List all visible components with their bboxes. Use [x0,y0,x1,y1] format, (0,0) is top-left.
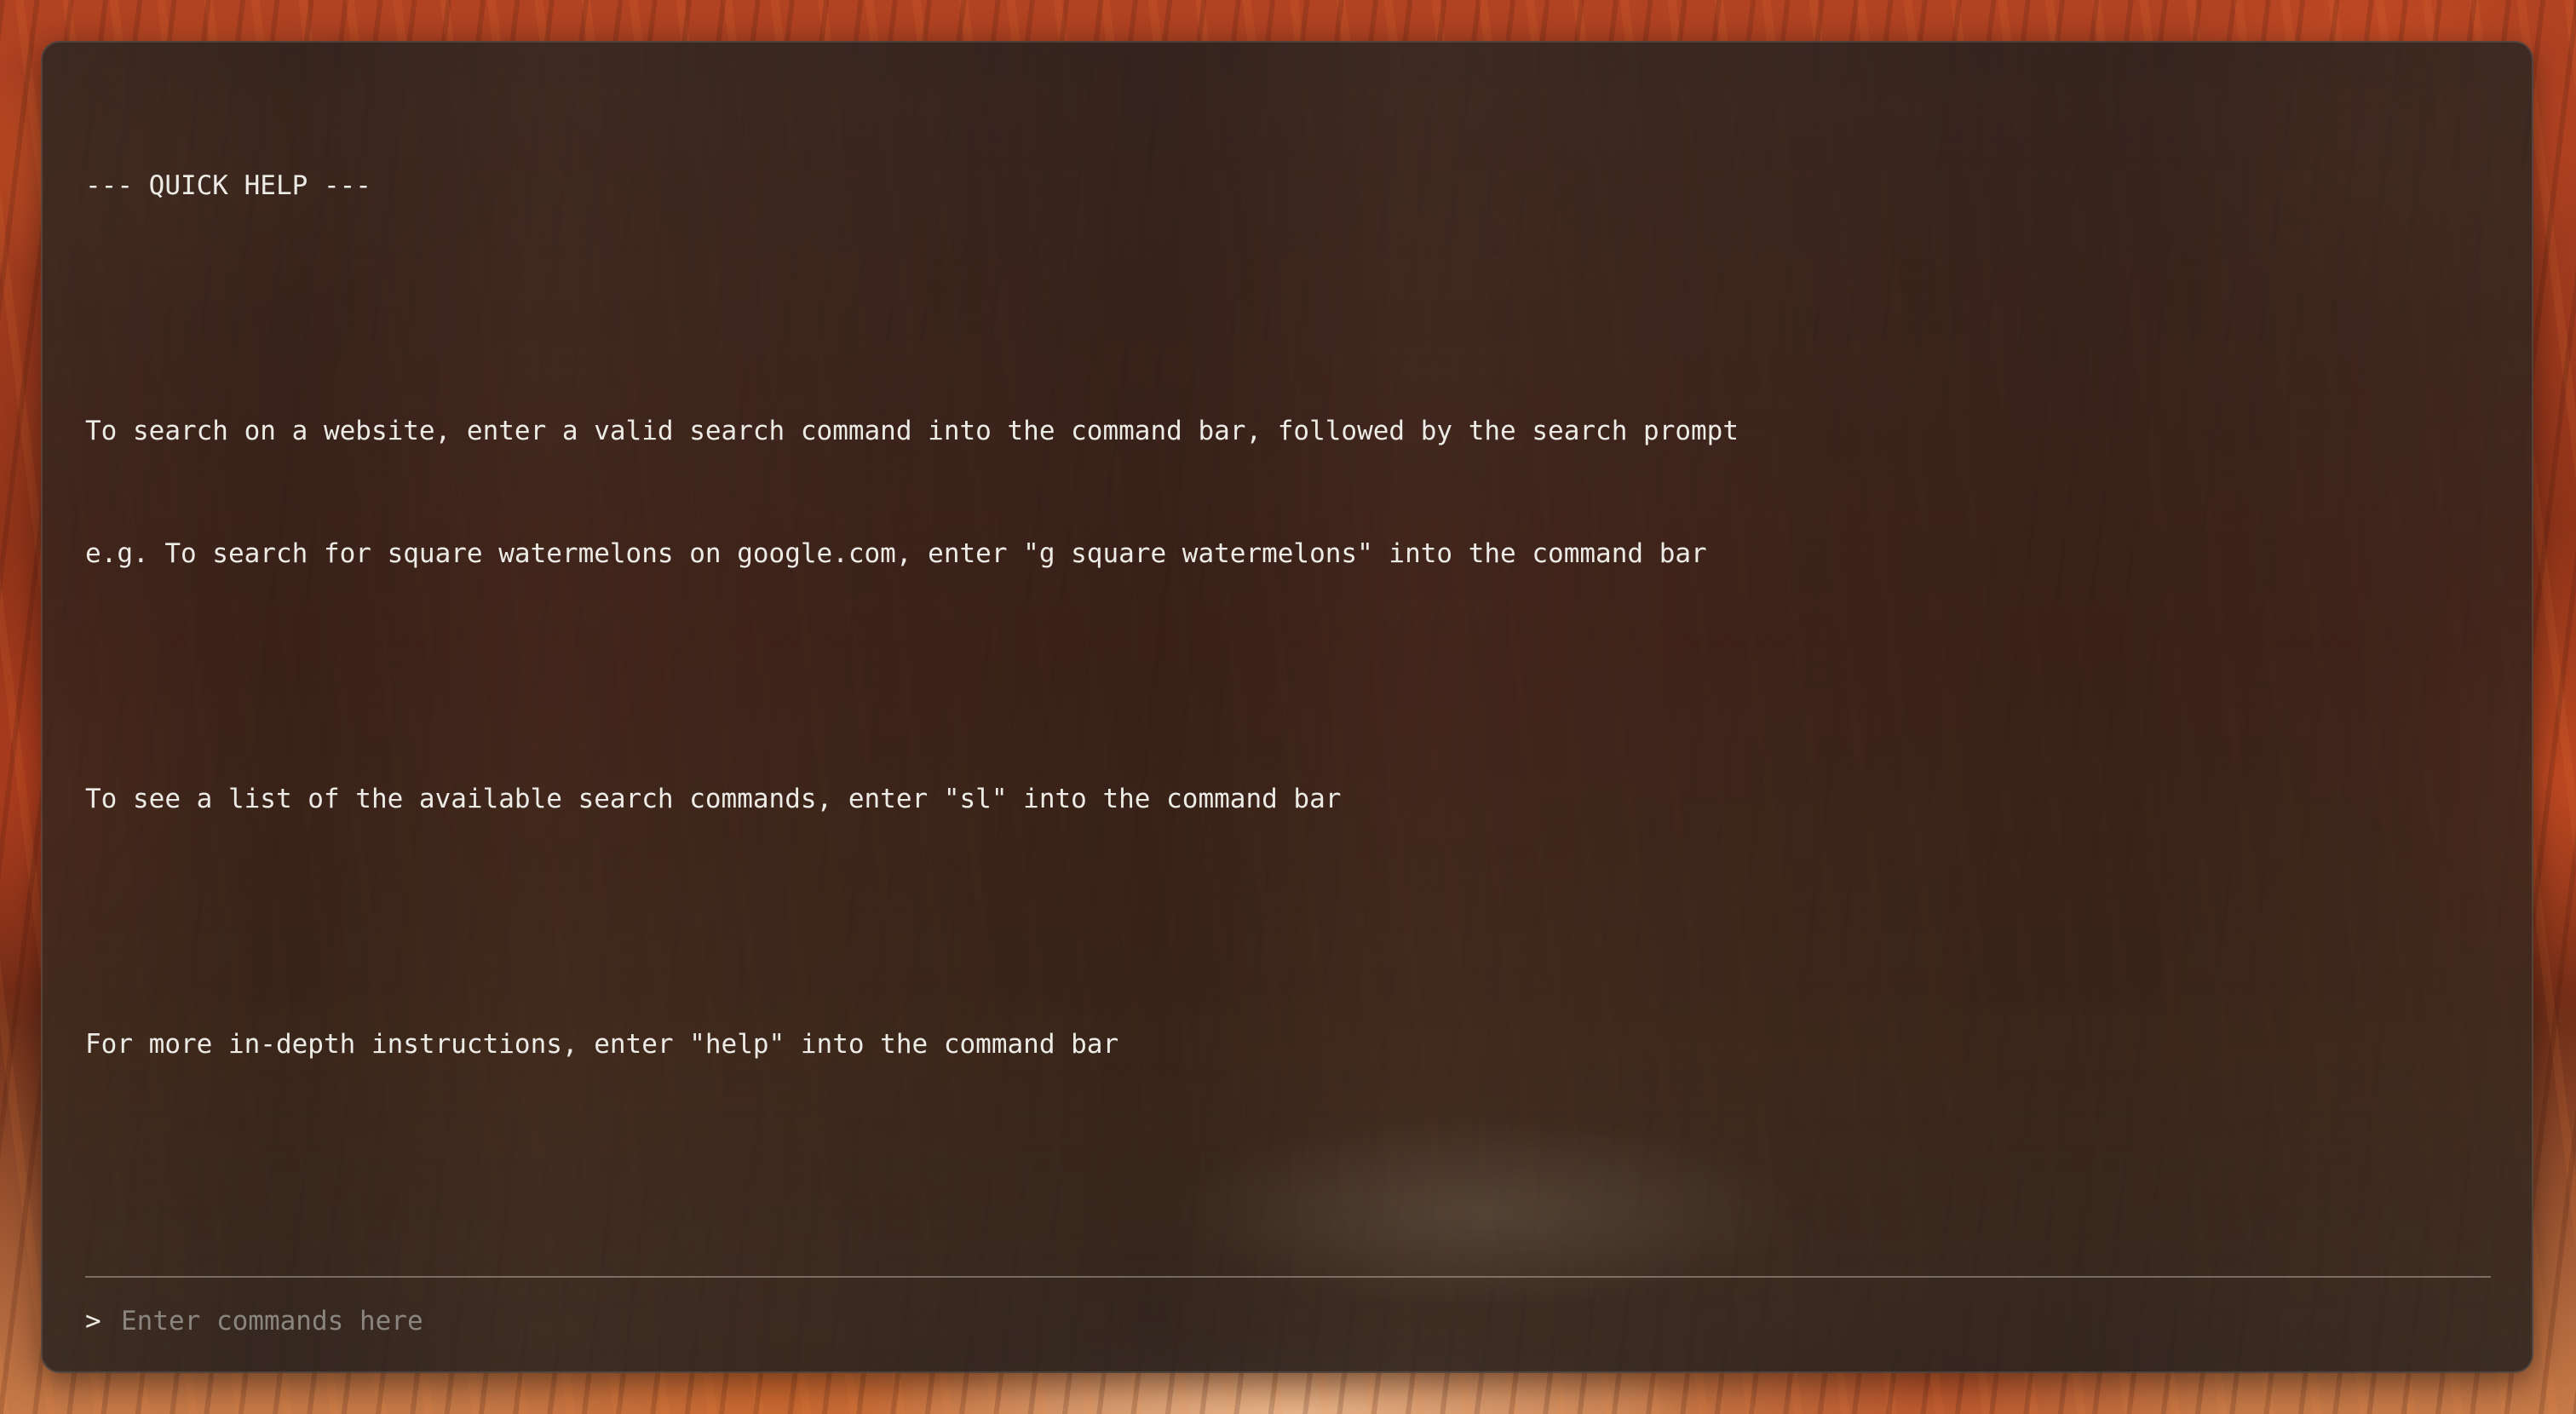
command-bar-divider [85,1276,2491,1278]
help-line-more-help: For more in-depth instructions, enter "h… [85,1029,1119,1060]
help-line-search: To search on a website, enter a valid se… [85,416,1739,446]
command-bar: > [85,1300,2491,1342]
help-line-search-list: To see a list of the available search co… [85,784,1342,814]
command-input[interactable] [121,1301,2491,1342]
prompt-symbol: > [85,1306,101,1336]
quick-help-heading: --- QUICK HELP --- [85,170,371,201]
help-line-example: e.g. To search for square watermelons on… [85,538,1707,569]
output-area: --- QUICK HELP --- To search on a websit… [85,83,2489,1147]
terminal-panel: --- QUICK HELP --- To search on a websit… [41,41,2533,1373]
